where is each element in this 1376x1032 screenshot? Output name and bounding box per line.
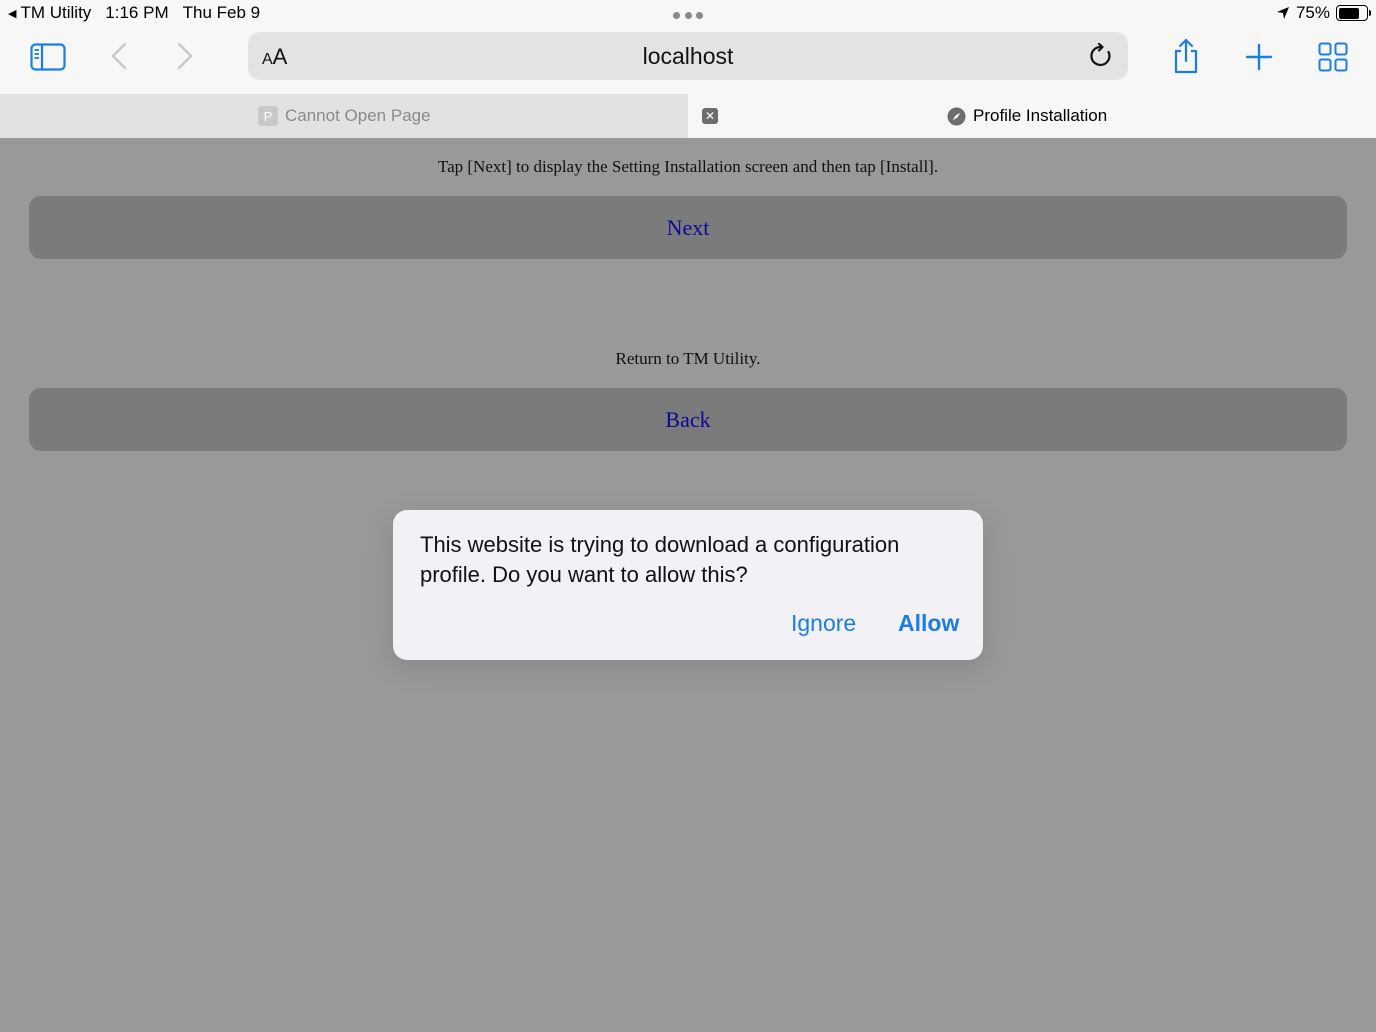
battery-icon xyxy=(1336,5,1371,21)
url-text[interactable]: localhost xyxy=(248,43,1128,70)
status-right: 75% xyxy=(1276,3,1371,23)
status-date: Thu Feb 9 xyxy=(182,3,261,22)
status-time: 1:16 PM xyxy=(105,3,169,22)
status-left: ◀ TM Utility 1:16 PM Thu Feb 9 xyxy=(8,3,260,23)
back-to-app-label[interactable]: TM Utility xyxy=(20,3,91,23)
sidebar-icon[interactable] xyxy=(30,43,66,71)
battery-fill xyxy=(1338,7,1359,19)
forward-chevron-icon[interactable] xyxy=(176,42,194,70)
ignore-button[interactable]: Ignore xyxy=(791,610,856,637)
back-button[interactable]: Back xyxy=(29,388,1347,451)
tab-bar: P Cannot Open Page ✕ Profile Installatio… xyxy=(0,94,1376,138)
new-tab-plus-icon[interactable] xyxy=(1245,43,1273,71)
close-tab-icon[interactable]: ✕ xyxy=(702,108,718,124)
reload-icon[interactable] xyxy=(1088,43,1114,69)
browser-toolbar: AA localhost xyxy=(0,28,1376,94)
alert-message: This website is trying to download a con… xyxy=(420,532,900,587)
tab-label: Profile Installation xyxy=(973,106,1108,125)
favicon-icon: P xyxy=(258,106,278,126)
download-profile-alert: This website is trying to download a con… xyxy=(393,510,983,660)
tab-profile-installation[interactable]: ✕ Profile Installation xyxy=(688,94,1376,138)
compass-icon xyxy=(947,106,966,126)
address-bar[interactable]: AA localhost xyxy=(248,32,1128,80)
back-chevron-icon[interactable] xyxy=(110,42,128,70)
back-to-app-icon[interactable]: ◀ xyxy=(8,7,16,20)
allow-button[interactable]: Allow xyxy=(898,610,959,637)
back-instruction-text: Return to TM Utility. xyxy=(615,349,761,368)
share-icon[interactable] xyxy=(1171,38,1201,74)
status-bar: ◀ TM Utility 1:16 PM Thu Feb 9 75% xyxy=(0,0,1376,28)
multitasking-dots-icon[interactable] xyxy=(673,12,703,20)
tab-cannot-open-page[interactable]: P Cannot Open Page xyxy=(0,94,688,138)
tab-overview-icon[interactable] xyxy=(1318,42,1348,72)
tab-label: Cannot Open Page xyxy=(285,106,431,125)
location-arrow-icon xyxy=(1276,7,1289,19)
next-instruction-text: Tap [Next] to display the Setting Instal… xyxy=(437,157,939,176)
next-button[interactable]: Next xyxy=(29,196,1347,259)
battery-percent: 75% xyxy=(1295,3,1330,22)
